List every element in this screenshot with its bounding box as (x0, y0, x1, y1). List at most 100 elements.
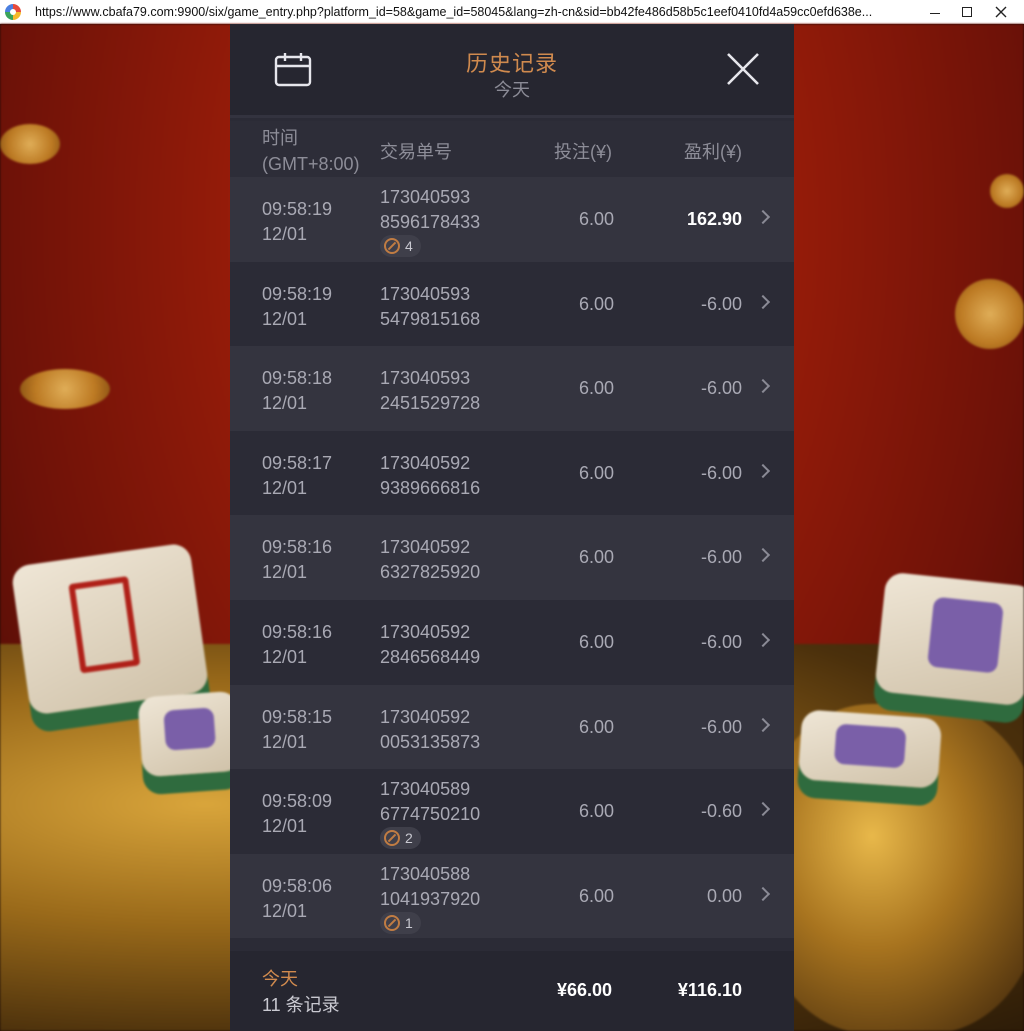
row-time-value: 09:58:19 (262, 199, 333, 219)
row-txid: 173040589 6774750210 (380, 777, 480, 827)
history-modal: 历史记录 今天 时间 (GMT+8:00) 交易单号 投注(¥) 盈利(¥) 0… (230, 24, 794, 1031)
summary-total-bet: ¥66.00 (556, 980, 612, 1000)
row-bet: 6.00 (578, 547, 614, 568)
coin (0, 124, 60, 164)
chevron-right-icon (755, 548, 771, 563)
row-txid: 173040593 8596178433 (380, 185, 480, 235)
history-row[interactable]: 09:58:19 12/01 173040593 5479815168 6.00 -6.0… (230, 261, 794, 347)
row-txid: 173040592 2846568449 (380, 620, 480, 670)
row-time: 09:58:09 12/01 (262, 789, 332, 839)
row-txid-line1: 173040589 (380, 779, 471, 800)
row-date-value: 12/01 (262, 816, 308, 837)
row-txid-line1: 173040593 (380, 187, 471, 207)
row-date-value: 12/01 (262, 393, 308, 414)
row-time: 09:58:19 12/01 (262, 282, 332, 332)
history-row[interactable]: 09:58:16 12/01 173040592 6327825920 6.00 -6.0… (230, 515, 794, 600)
chevron-right-icon (755, 802, 771, 817)
summary-total-profit: ¥116.10 (677, 980, 742, 1000)
coin (955, 279, 1024, 349)
row-txid-line1: 173040588 (380, 863, 471, 884)
badge-count: 1 (405, 914, 413, 931)
history-row[interactable]: 09:58:06 12/01 173040588 1041937920 1 6.00 0.0… (230, 853, 794, 939)
column-time: 时间 (GMT+8:00) (262, 125, 360, 177)
maximize-button[interactable] (950, 0, 984, 24)
row-profit: -6.00 (700, 462, 742, 483)
history-row[interactable]: 09:58:17 12/01 173040592 9389666816 6.00 -6.0… (230, 430, 794, 516)
row-date-value: 12/01 (262, 646, 308, 667)
history-row[interactable]: 09:58:09 12/01 173040589 6774750210 2 6.00 -0.… (230, 769, 794, 854)
row-bet: 6.00 (578, 462, 614, 483)
row-profit: -6.00 (700, 293, 742, 314)
row-time: 09:58:17 12/01 (262, 451, 332, 501)
row-txid: 173040592 9389666816 (380, 451, 480, 501)
chevron-right-icon (755, 294, 771, 309)
row-time-value: 09:58:15 (262, 706, 333, 727)
row-date-value: 12/01 (262, 562, 308, 583)
row-time: 09:58:15 12/01 (262, 705, 332, 755)
row-date-value: 12/01 (262, 308, 308, 329)
modal-header: 历史记录 今天 (230, 24, 794, 118)
row-txid: 173040593 5479815168 (380, 282, 480, 332)
history-row[interactable]: 09:58:18 12/01 173040593 2451529728 6.00 -6.0… (230, 346, 794, 431)
chevron-right-icon (755, 379, 771, 394)
column-txid: 交易单号 (380, 142, 452, 162)
row-time-value: 09:58:19 (262, 283, 333, 304)
row-time: 09:58:19 12/01 (262, 197, 332, 247)
history-row[interactable]: 09:58:19 12/01 173040593 8596178433 4 6.00 162… (230, 177, 794, 262)
row-txid: 173040592 0053135873 (380, 705, 480, 755)
close-button[interactable] (726, 52, 760, 86)
row-time: 09:58:16 12/01 (262, 620, 332, 670)
column-bet: 投注(¥) (554, 142, 612, 162)
column-time-label: 时间 (262, 128, 298, 148)
row-time-value: 09:58:16 (262, 621, 333, 642)
row-profit: 162.90 (686, 209, 742, 229)
row-txid: 173040588 1041937920 (380, 862, 480, 912)
minimize-button[interactable] (918, 0, 952, 24)
row-txid: 173040592 6327825920 (380, 535, 480, 585)
row-bet: 6.00 (578, 716, 614, 737)
row-date-value: 12/01 (262, 731, 308, 752)
row-time-value: 09:58:16 (262, 537, 333, 558)
row-profit: -6.00 (700, 716, 742, 737)
chevron-right-icon (755, 209, 771, 225)
row-profit: -6.00 (700, 378, 742, 399)
close-icon (727, 53, 759, 85)
summary-footer: 今天 11 条记录 ¥66.00 ¥116.10 (230, 951, 794, 1031)
row-txid-line1: 173040592 (380, 452, 471, 473)
row-bet: 6.00 (578, 293, 614, 314)
link-icon (384, 830, 400, 847)
chevron-right-icon (755, 886, 771, 901)
free-spin-badge: 2 (380, 827, 421, 850)
history-row[interactable]: 09:58:16 12/01 173040592 2846568449 6.00 -6.0… (230, 599, 794, 685)
row-txid-line2: 1041937920 (380, 888, 481, 909)
row-txid-line1: 173040593 (380, 283, 471, 304)
tile-mark (163, 707, 216, 751)
row-txid-line2: 2451529728 (380, 393, 481, 414)
row-txid-line2: 8596178433 (380, 212, 481, 232)
row-time-value: 09:58:06 (262, 875, 333, 896)
mahjong-tile (137, 690, 243, 778)
window-titlebar: https://www.cbafa79.com:9900/six/game_en… (0, 0, 1024, 24)
row-txid-line2: 6774750210 (380, 804, 481, 825)
row-txid-line2: 5479815168 (380, 308, 481, 329)
link-icon (384, 238, 400, 254)
window-url: https://www.cbafa79.com:9900/six/game_en… (35, 4, 873, 19)
row-txid: 173040593 2451529728 (380, 366, 480, 416)
row-txid-line2: 9389666816 (380, 477, 481, 498)
window-close-button[interactable] (984, 0, 1018, 24)
row-time-value: 09:58:09 (262, 791, 333, 812)
coin (990, 174, 1024, 208)
browser-app-icon (5, 3, 21, 20)
coin (20, 369, 110, 409)
row-profit: 0.00 (706, 885, 742, 906)
row-time: 09:58:18 12/01 (262, 366, 332, 416)
row-txid-line2: 2846568449 (380, 646, 481, 667)
history-row[interactable]: 09:58:15 12/01 173040592 0053135873 6.00 -6.0… (230, 684, 794, 770)
minimize-icon (930, 12, 940, 14)
column-profit: 盈利(¥) (684, 142, 742, 162)
tile-character-mark (68, 576, 141, 674)
history-list: 09:58:19 12/01 173040593 8596178433 4 6.00 162… (230, 177, 794, 939)
row-time-value: 09:58:18 (262, 368, 333, 389)
mahjong-tile (874, 571, 1024, 707)
row-txid-line1: 173040593 (380, 368, 471, 389)
